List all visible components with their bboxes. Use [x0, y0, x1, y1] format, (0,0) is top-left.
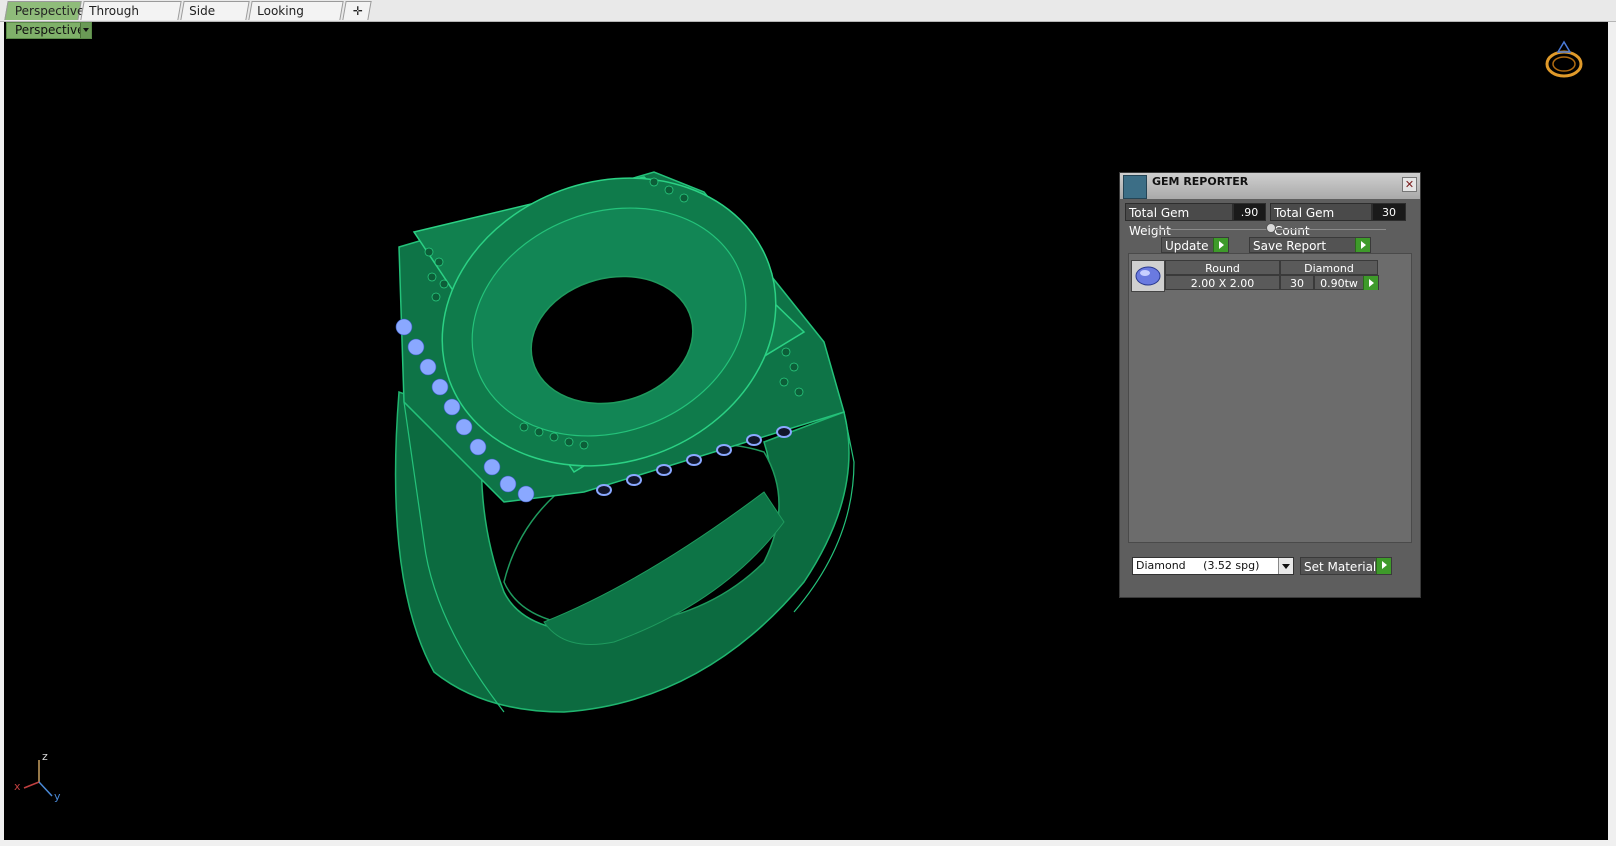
gem-material: Diamond: [1280, 260, 1378, 275]
gem-count: 30: [1280, 275, 1314, 290]
gem-reporter-icon: [1123, 175, 1147, 199]
total-gem-weight-label: Total Gem Weight: [1125, 203, 1233, 238]
panel-title-bar[interactable]: GEM REPORTER ✕: [1120, 173, 1420, 199]
play-icon: [1213, 238, 1228, 252]
gem-thumbnail[interactable]: [1131, 260, 1165, 292]
gem-list: Round Diamond 2.00 X 2.00 30 0.90tw: [1128, 253, 1412, 543]
view-tab-bar: Perspective Through Finger Side View Loo…: [0, 0, 1616, 37]
plus-icon: ✛: [352, 4, 363, 18]
tab-side-view[interactable]: Side View: [180, 1, 250, 37]
gem-shape: Round: [1165, 260, 1280, 275]
save-report-button[interactable]: Save Report: [1249, 237, 1371, 253]
close-button[interactable]: ✕: [1402, 177, 1417, 192]
tab-looking-down[interactable]: Looking Down: [248, 1, 344, 37]
material-select[interactable]: Diamond (3.52 spg): [1132, 557, 1294, 575]
panel-title: GEM REPORTER: [1152, 175, 1249, 188]
add-tab-button[interactable]: ✛: [342, 1, 372, 20]
x-axis-label: x: [14, 780, 21, 793]
ring-logo-icon: [1545, 40, 1583, 78]
tab-through-finger[interactable]: Through Finger: [80, 1, 182, 37]
gem-reporter-panel: GEM REPORTER ✕ Total Gem Weight .90 Tota…: [1119, 172, 1421, 598]
total-gem-count-label: Total Gem Count: [1270, 203, 1372, 238]
gem-size: 2.00 X 2.00: [1165, 275, 1280, 290]
y-axis-label: y: [54, 790, 61, 803]
total-gem-weight-value: .90: [1233, 203, 1266, 221]
total-gem-count-value: 30: [1372, 203, 1406, 221]
set-material-button[interactable]: Set Material: [1300, 557, 1392, 575]
z-axis-label: z: [42, 750, 48, 763]
tab-perspective[interactable]: Perspective: [4, 1, 84, 20]
slider-handle[interactable]: [1266, 223, 1276, 233]
gem-weight: 0.90tw: [1314, 275, 1364, 290]
play-icon: [1363, 276, 1378, 290]
update-button[interactable]: Update: [1161, 237, 1229, 253]
axis-triad: z x y: [14, 750, 74, 816]
play-icon: [1376, 558, 1391, 574]
chevron-down-icon[interactable]: [1278, 558, 1293, 574]
gem-row-go-button[interactable]: [1363, 275, 1379, 290]
close-icon: ✕: [1404, 178, 1415, 191]
play-icon: [1355, 238, 1370, 252]
